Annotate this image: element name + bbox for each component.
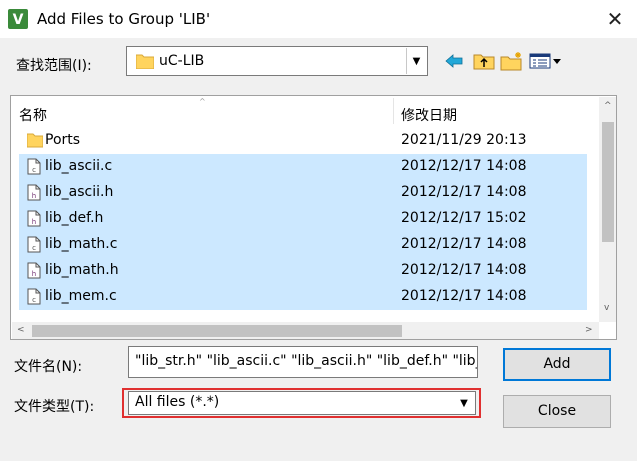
look-in-value: uC-LIB — [159, 53, 205, 69]
svg-text:h: h — [32, 270, 36, 278]
h-file-icon: h — [27, 184, 43, 202]
file-name: lib_def.h — [45, 210, 104, 226]
look-in-label: 查找范围(I): — [16, 58, 92, 74]
file-date: 2012/12/17 14:08 — [401, 158, 527, 174]
scroll-up-icon[interactable]: ^ — [604, 101, 612, 111]
file-name: lib_ascii.c — [45, 158, 113, 174]
vertical-scrollbar[interactable]: ^ v — [599, 97, 616, 322]
add-button[interactable]: Add — [503, 348, 611, 381]
window-title: Add Files to Group 'LIB' — [37, 10, 211, 28]
close-icon[interactable]: ✕ — [600, 5, 630, 33]
scroll-down-icon[interactable]: v — [604, 303, 609, 313]
chevron-down-icon[interactable]: ▼ — [406, 48, 426, 74]
horizontal-scroll-thumb[interactable] — [32, 325, 402, 337]
file-row[interactable]: Ports 2021/11/29 20:13 — [19, 128, 587, 154]
sort-ascending-icon: ^ — [199, 97, 206, 106]
file-date: 2012/12/17 14:08 — [401, 236, 527, 252]
file-date: 2012/12/17 14:08 — [401, 184, 527, 200]
file-type-label: 文件类型(T): — [14, 399, 95, 415]
file-row[interactable]: c lib_math.c 2012/12/17 14:08 — [19, 232, 587, 258]
column-divider[interactable] — [393, 98, 394, 124]
folder-icon — [26, 132, 44, 150]
file-name-label: 文件名(N): — [14, 359, 83, 375]
file-date: 2012/12/17 14:08 — [401, 288, 527, 304]
file-date: 2012/12/17 14:08 — [401, 262, 527, 278]
title-bar: V Add Files to Group 'LIB' ✕ — [0, 0, 637, 38]
svg-text:h: h — [32, 192, 36, 200]
scroll-left-icon[interactable]: < — [17, 325, 25, 335]
file-name: lib_math.h — [45, 262, 119, 278]
new-folder-icon[interactable] — [499, 48, 525, 74]
file-row[interactable]: h lib_def.h 2012/12/17 15:02 — [19, 206, 587, 232]
file-name: lib_math.c — [45, 236, 118, 252]
file-name: lib_mem.c — [45, 288, 117, 304]
file-row[interactable]: h lib_math.h 2012/12/17 14:08 — [19, 258, 587, 284]
c-file-icon: c — [27, 236, 43, 254]
file-list[interactable]: ^ 名称 修改日期 Ports 2021/11/29 20:13 c lib_asci… — [10, 95, 617, 340]
svg-text:c: c — [32, 166, 36, 174]
chevron-down-icon[interactable]: ▼ — [455, 393, 473, 413]
file-type-dropdown[interactable]: All files (*.*) ▼ — [128, 391, 476, 415]
back-arrow-icon[interactable] — [441, 48, 467, 74]
svg-text:c: c — [32, 244, 36, 252]
h-file-icon: h — [27, 210, 43, 228]
scroll-right-icon[interactable]: > — [585, 325, 593, 335]
svg-text:h: h — [32, 218, 36, 226]
file-name-input[interactable]: "lib_str.h" "lib_ascii.c" "lib_ascii.h" … — [128, 346, 478, 378]
close-button[interactable]: Close — [503, 395, 611, 428]
file-name: Ports — [45, 132, 81, 148]
file-date: 2021/11/29 20:13 — [401, 132, 527, 148]
up-folder-icon[interactable] — [471, 48, 497, 74]
file-row[interactable]: h lib_ascii.h 2012/12/17 14:08 — [19, 180, 587, 206]
column-header-name[interactable]: 名称 — [19, 105, 47, 125]
look-in-dropdown[interactable]: uC-LIB ▼ — [126, 46, 428, 76]
vertical-scroll-thumb[interactable] — [602, 122, 614, 242]
horizontal-scrollbar[interactable]: < > — [12, 322, 599, 339]
svg-text:c: c — [32, 296, 36, 304]
svg-text:V: V — [13, 12, 24, 28]
file-type-value: All files (*.*) — [135, 394, 220, 410]
c-file-icon: c — [27, 158, 43, 176]
app-icon: V — [8, 9, 28, 29]
file-row[interactable]: c lib_mem.c 2012/12/17 14:08 — [19, 284, 587, 310]
folder-icon — [135, 53, 155, 70]
h-file-icon: h — [27, 262, 43, 280]
file-row[interactable]: c lib_ascii.c 2012/12/17 14:08 — [19, 154, 587, 180]
view-menu-icon[interactable] — [528, 48, 564, 74]
c-file-icon: c — [27, 288, 43, 306]
file-name: lib_ascii.h — [45, 184, 114, 200]
file-date: 2012/12/17 15:02 — [401, 210, 527, 226]
column-header-date[interactable]: 修改日期 — [401, 105, 457, 125]
